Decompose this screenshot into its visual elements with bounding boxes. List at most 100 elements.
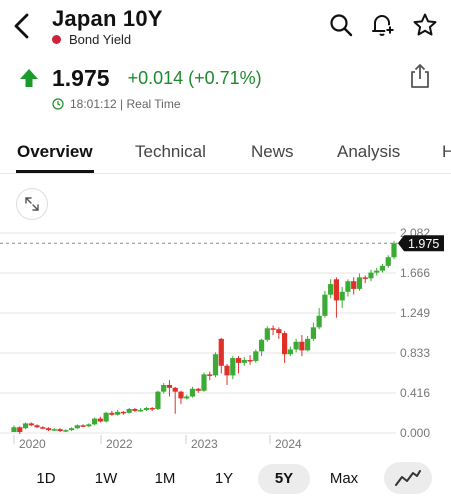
chevron-left-icon (14, 13, 29, 39)
expand-chart-button[interactable] (16, 188, 48, 220)
search-icon (330, 14, 353, 37)
candle (212, 354, 219, 376)
share-icon (411, 64, 429, 88)
range-max-button[interactable]: Max (318, 464, 370, 494)
instrument-subtitle: Bond Yield (52, 32, 131, 47)
candle (230, 358, 236, 376)
candle (207, 374, 213, 376)
candle (189, 388, 196, 397)
range-1d-button[interactable]: 1D (20, 464, 72, 494)
candle (385, 257, 391, 266)
candle (34, 425, 40, 428)
candle (195, 388, 201, 391)
candle (328, 284, 334, 295)
tab-overview[interactable]: Overview (17, 142, 93, 162)
candle (28, 423, 34, 426)
candle (282, 333, 288, 355)
candle (166, 384, 173, 388)
candle (80, 425, 86, 427)
candle (172, 387, 178, 392)
candle (224, 365, 230, 376)
candle (287, 349, 293, 355)
candle (310, 327, 316, 339)
alert-button[interactable] (369, 10, 397, 40)
japan-flag-icon (52, 35, 61, 44)
candle (379, 265, 386, 271)
expand-icon (25, 197, 39, 211)
active-tab-indicator (16, 170, 94, 173)
candle (57, 429, 63, 432)
candle (345, 281, 351, 292)
arrow-up-icon (20, 69, 38, 87)
header-actions (327, 10, 439, 40)
range-1y-button[interactable]: 1Y (198, 464, 250, 494)
candle (351, 281, 357, 289)
share-button[interactable] (407, 62, 433, 90)
candle (316, 315, 322, 328)
candle (276, 329, 282, 334)
candle (51, 429, 57, 431)
range-5y-button[interactable]: 5Y (258, 464, 310, 494)
candle (218, 338, 224, 366)
range-1m-button[interactable]: 1M (139, 464, 191, 494)
candle (138, 409, 144, 412)
candle (126, 408, 132, 413)
range-1w-button[interactable]: 1W (80, 464, 132, 494)
x-tick-label: 2020 (19, 437, 46, 451)
instrument-type-label: Bond Yield (69, 32, 132, 47)
candle (17, 427, 23, 433)
clock-icon (52, 98, 64, 110)
line-chart-icon (395, 470, 421, 486)
quote-timestamp: 18:01:12 | Real Time (52, 97, 181, 111)
candle (362, 277, 368, 279)
tab-technical[interactable]: Technical (135, 142, 206, 162)
tab-news[interactable]: News (251, 142, 294, 162)
candle (40, 427, 46, 429)
candle (92, 418, 98, 425)
tab-more[interactable]: H (442, 142, 451, 162)
y-tick-label: 1.249 (400, 306, 430, 320)
section-tabs: Overview Technical News Analysis H (0, 128, 451, 174)
candle (103, 412, 109, 422)
candle (374, 270, 380, 273)
candle (299, 341, 305, 351)
candle (201, 374, 207, 391)
candle (161, 384, 167, 392)
tab-analysis[interactable]: Analysis (337, 142, 400, 162)
candle (368, 272, 374, 279)
candle (270, 328, 276, 330)
candle (155, 391, 161, 409)
candle (63, 430, 69, 432)
timestamp-text: 18:01:12 | Real Time (70, 97, 181, 111)
price-chart[interactable]: 2.0821.6661.2490.8330.4160.0002020 2022 20… (0, 222, 451, 458)
candle (143, 408, 150, 410)
page-title: Japan 10Y (52, 6, 163, 31)
quote-row: 1.975 +0.014 (+0.71%) (18, 62, 262, 94)
candle (305, 338, 311, 351)
candle (120, 411, 126, 414)
bell-plus-icon (372, 15, 395, 36)
candle (391, 243, 397, 258)
candle (339, 291, 345, 301)
candle (258, 339, 265, 352)
candle (97, 418, 103, 422)
candle (264, 328, 270, 340)
search-button[interactable] (327, 10, 355, 40)
candle (68, 428, 75, 431)
candle (333, 279, 340, 301)
watchlist-button[interactable] (411, 10, 439, 40)
candle (132, 408, 138, 411)
candle (86, 424, 92, 427)
candle (247, 359, 253, 362)
y-tick-label: 1.666 (400, 266, 430, 280)
y-tick-label: 0.416 (400, 386, 430, 400)
back-button[interactable] (8, 10, 36, 42)
candle (178, 391, 184, 399)
current-price-label: 1.975 (408, 237, 439, 251)
chart-type-button[interactable] (384, 462, 432, 494)
candle (253, 351, 259, 361)
y-tick-label: 0.000 (400, 426, 430, 440)
candle (293, 341, 299, 350)
time-range-selector: 1D 1W 1M 1Y 5Y Max (0, 458, 451, 498)
y-tick-label: 0.833 (400, 346, 430, 360)
